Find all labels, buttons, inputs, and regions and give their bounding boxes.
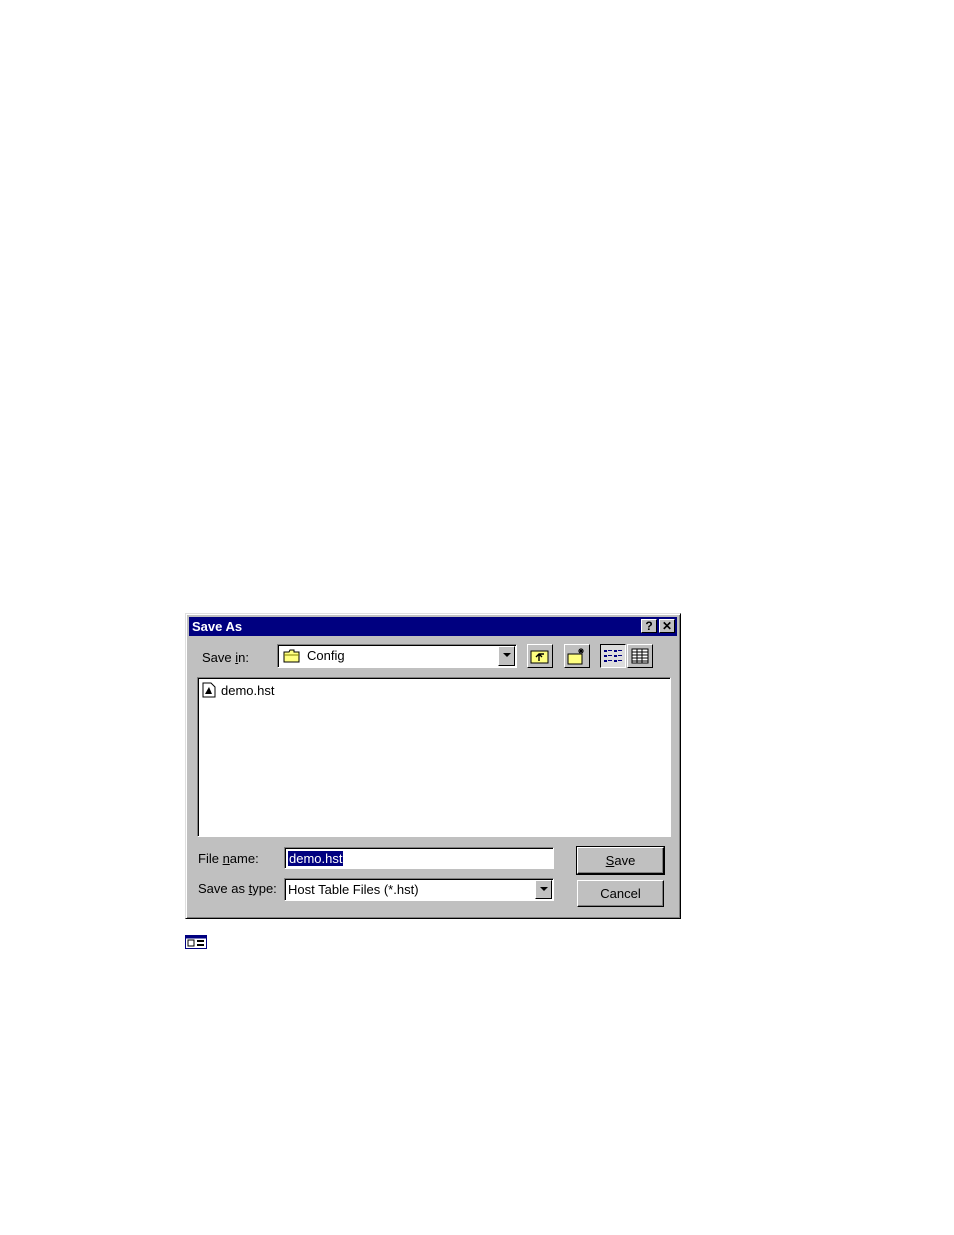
create-new-folder-button[interactable] [564, 644, 590, 668]
help-button[interactable]: ? [641, 619, 657, 633]
file-name-label-pre: File [198, 851, 223, 866]
cancel-button[interactable]: Cancel [577, 880, 664, 907]
save-in-dropdown[interactable]: Config [277, 644, 517, 668]
file-name-text: demo.hst [221, 683, 275, 698]
save-as-type-value: Host Table Files (*.hst) [288, 882, 419, 897]
save-as-type-label-post: ype: [252, 881, 277, 896]
save-button[interactable]: Save [576, 846, 665, 875]
list-view-icon [603, 648, 623, 667]
save-as-dialog: Save As ? ✕ Save in: Config demo.hst Fil… [185, 613, 681, 919]
up-one-level-button[interactable] [527, 644, 553, 668]
folder-icon [283, 649, 301, 666]
save-in-value: Config [307, 648, 345, 663]
file-icon [202, 682, 216, 701]
chevron-down-icon [540, 887, 548, 891]
save-in-label: Save in: [202, 650, 249, 665]
dialog-thumbnail-icon [185, 935, 207, 949]
save-button-rest: ave [614, 853, 636, 868]
title-bar[interactable]: Save As ? ✕ [189, 617, 677, 636]
new-folder-icon [567, 647, 587, 668]
details-view-icon [631, 648, 649, 667]
file-name-label: File name: [198, 851, 259, 866]
close-button[interactable]: ✕ [659, 619, 675, 633]
save-as-type-dropdown-button[interactable] [535, 880, 552, 899]
chevron-down-icon [503, 653, 511, 657]
list-view-button[interactable] [600, 644, 626, 668]
save-in-dropdown-button[interactable] [498, 646, 515, 666]
file-name-value: demo.hst [288, 851, 344, 866]
up-folder-icon [530, 648, 550, 667]
save-in-label-pre: Save [202, 650, 236, 665]
file-name-label-key: n [222, 851, 230, 866]
save-as-type-label-pre: Save as [198, 881, 249, 896]
save-as-type-label: Save as type: [198, 881, 277, 896]
file-name-label-post: ame: [229, 851, 259, 866]
details-view-button[interactable] [627, 644, 653, 668]
file-list[interactable]: demo.hst [197, 677, 671, 837]
save-as-type-dropdown[interactable]: Host Table Files (*.hst) [284, 878, 554, 901]
save-in-label-post: n: [238, 650, 249, 665]
file-name-input[interactable]: demo.hst [284, 847, 554, 869]
dialog-title: Save As [192, 619, 243, 634]
